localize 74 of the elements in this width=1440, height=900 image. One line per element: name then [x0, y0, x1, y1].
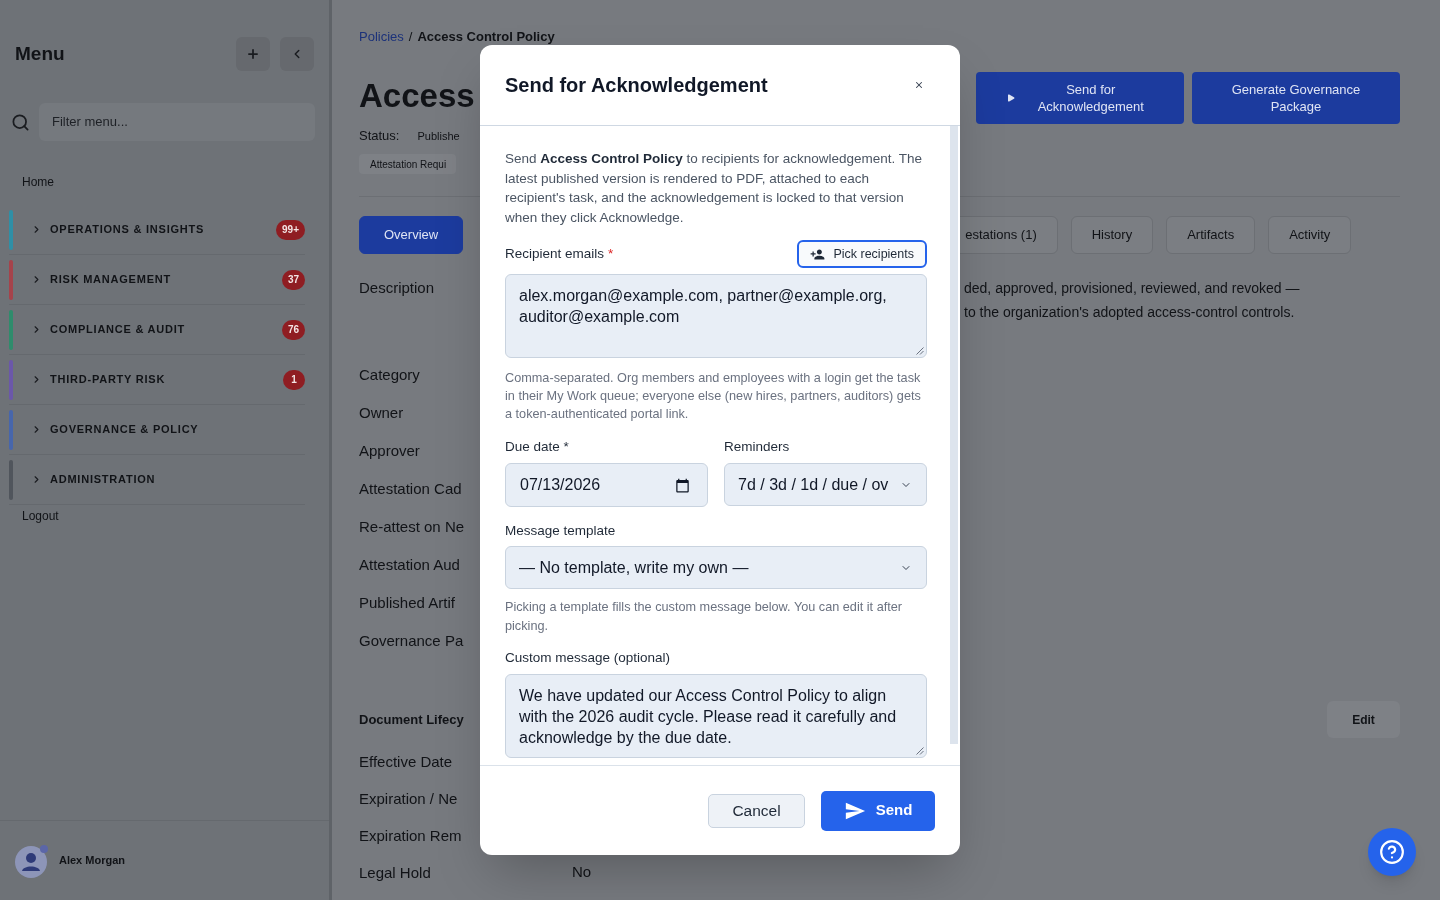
resize-handle-icon[interactable] [916, 347, 924, 356]
field-label: Attestation Aud [359, 556, 460, 573]
field-label: Legal Hold [359, 863, 431, 881]
status-label: Status: [359, 128, 400, 144]
description-text: ded, approved, provisioned, reviewed, and revoked — [964, 279, 1300, 298]
field-label: Published Artif [359, 594, 455, 611]
count-badge: 99+ [276, 219, 305, 240]
scrollbar-thumb[interactable] [950, 126, 958, 744]
menu-section[interactable]: RISK MANAGEMENT 37 [9, 255, 305, 305]
count-badge: 1 [283, 369, 305, 390]
close-icon [914, 80, 924, 90]
dialog-title: Send for Acknowledgement [505, 73, 768, 98]
hint-text: Comma-separated. Org members and employees with a login get the task in their My Work queue; everyone else (new hires, partners, auditors) gets a token-authenticated portal link. [505, 370, 922, 424]
field-label: Category [359, 366, 420, 383]
attestation-badge: Attestation Requi [359, 154, 457, 174]
field-label: Owner [359, 404, 404, 421]
count-badge: 37 [281, 269, 305, 290]
action-button[interactable]: Generate Governance Package [1192, 72, 1400, 124]
field-label: Recipient emails [505, 246, 605, 263]
menu-section[interactable]: THIRD-PARTY RISK 1 [9, 355, 305, 405]
menu-section[interactable]: OPERATIONS & INSIGHTS 99+ [9, 205, 305, 255]
recipients-field[interactable]: alex.morgan@example.com, partner@example.org, auditor@example.com [505, 274, 927, 359]
reminders-select[interactable]: 7d / 3d / 1d / due / ov [724, 463, 927, 507]
required-asterisk: * [608, 246, 614, 263]
field-label: Governance Pa [359, 632, 464, 649]
hint-text: Picking a template fills the custom message below. You can edit it after picking. [505, 599, 904, 636]
breadcrumb-current: Access Control Policy [417, 29, 555, 45]
tab[interactable]: Activity [1268, 216, 1352, 254]
field-value: No [572, 862, 592, 883]
user-avatar-icon [15, 843, 49, 878]
menu-section[interactable]: ADMINISTRATION [9, 455, 305, 505]
message-field[interactable]: We have updated our Access Control Policy to align with the 2026 audit cycle. Please read it carefully and acknowledge by the due date. [505, 674, 927, 759]
menu-section[interactable]: GOVERNANCE & POLICY [9, 405, 305, 455]
section-heading: Document Lifecy [359, 710, 464, 729]
field-label: Approver [359, 442, 420, 459]
tab[interactable]: Overview [359, 216, 464, 254]
field-label: Effective Date [359, 752, 453, 770]
field-label: Description [359, 279, 435, 296]
calendar-icon[interactable] [675, 477, 690, 493]
action-button[interactable]: Send for Acknowledgement [976, 72, 1184, 124]
template-select[interactable]: — No template, write my own — [505, 546, 927, 590]
tab[interactable]: Artifacts [1166, 216, 1256, 254]
field-label: Message template [505, 523, 616, 540]
menu-title: Menu [15, 42, 65, 66]
help-icon [1379, 839, 1405, 865]
logout-link[interactable]: Logout [22, 508, 59, 524]
edit-button[interactable]: Edit [1327, 701, 1400, 738]
filter-menu-field[interactable]: Filter menu... [39, 103, 315, 141]
plus-icon [246, 47, 260, 61]
due-date-field[interactable]: 07/13/2026 [505, 463, 708, 508]
menu-section[interactable]: COMPLIANCE & AUDIT 76 [9, 305, 305, 355]
status-value: Publishe [417, 129, 460, 144]
play-icon [1006, 92, 1016, 104]
intro-text: Send Access Control Policy to recipients for acknowledgement. The latest published version is rendered to PDF, attached to each recipient's task, and the acknowledgement is locked to that version when they click Acknowledge. [505, 150, 923, 227]
send-button[interactable]: Send [821, 790, 935, 831]
field-label: Reminders [724, 439, 791, 456]
field-label: Expiration / Ne [359, 789, 458, 807]
field-label: Custom message (optional) [505, 650, 671, 667]
home-link[interactable]: Home [22, 174, 54, 190]
search-icon [11, 112, 30, 132]
field-label: Expiration Rem [359, 826, 462, 844]
resize-handle-icon[interactable] [916, 747, 924, 756]
count-badge: 76 [281, 319, 305, 340]
field-label: Attestation Cad [359, 480, 462, 497]
user-name: Alex Morgan [59, 853, 125, 869]
tab[interactable]: History [1070, 216, 1154, 254]
description-text: to the organization's adopted access-control controls. [964, 303, 1296, 322]
add-button[interactable] [236, 37, 270, 71]
breadcrumb-separator: / [408, 29, 413, 45]
field-label: Re-attest on Ne [359, 518, 465, 535]
cancel-button[interactable]: Cancel [708, 793, 805, 828]
page-title: Access [359, 76, 475, 116]
pick-recipients-button[interactable]: Pick recipients [797, 240, 927, 269]
field-label: Due date * [505, 439, 570, 456]
